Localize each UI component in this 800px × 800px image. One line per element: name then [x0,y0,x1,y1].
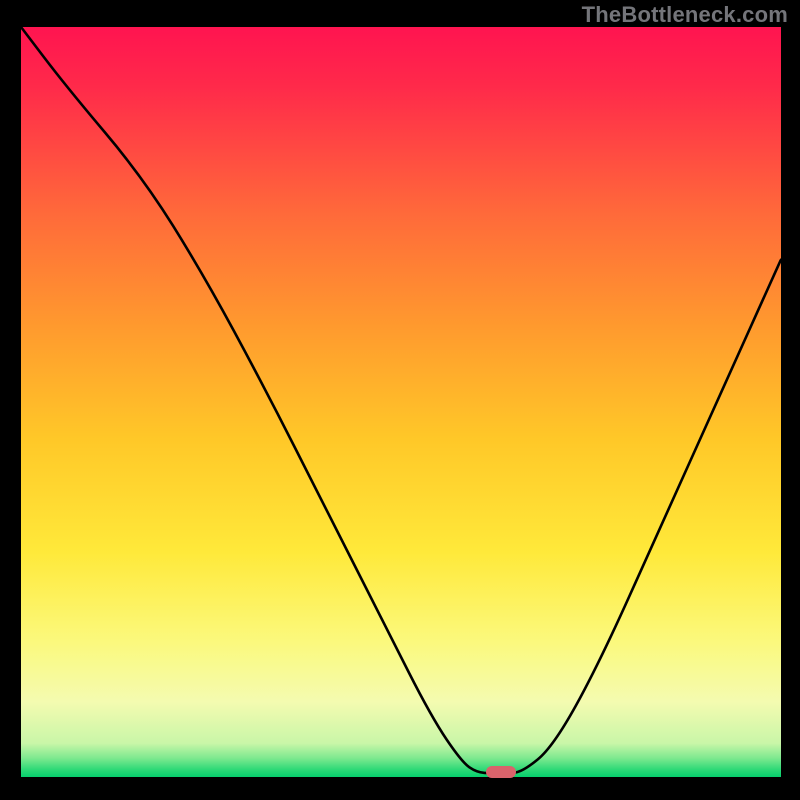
watermark: TheBottleneck.com [582,2,788,28]
chart-container: TheBottleneck.com [0,0,800,800]
plot-background [21,27,781,777]
bottleneck-plot [0,0,800,800]
optimal-marker [486,766,516,778]
